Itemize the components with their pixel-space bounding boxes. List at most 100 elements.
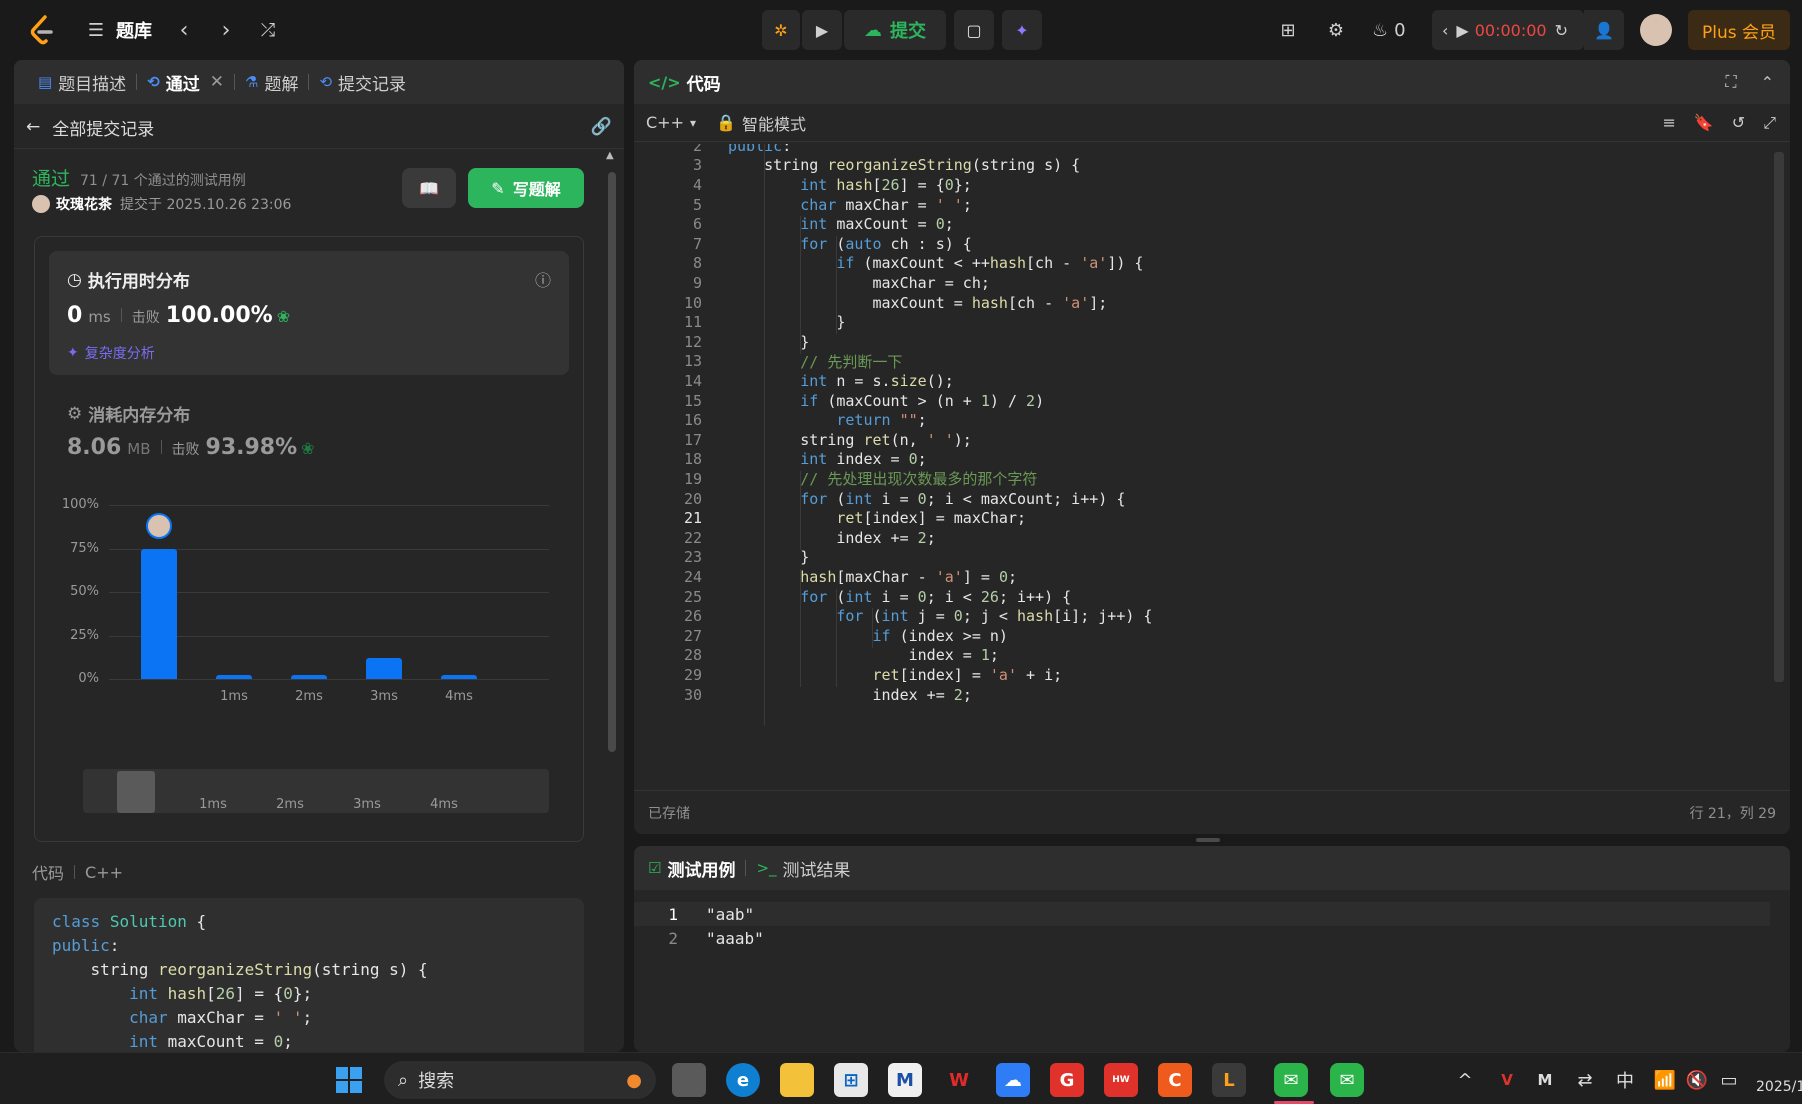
code-line[interactable]: 16 return ""; [634,410,927,430]
cloud-drive-icon[interactable]: ☁ [996,1063,1030,1097]
code-line[interactable]: 11 } [634,312,845,332]
testcase-line[interactable]: 2 "aaab" [634,926,1770,950]
code-line[interactable]: 20 for (int i = 0; i < maxCount; i++) { [634,489,1125,509]
store-icon[interactable]: ⊞ [834,1063,868,1097]
plus-member-button[interactable]: Plus 会员 [1688,10,1790,50]
timer-collapse-icon[interactable]: ‹ [1442,21,1448,40]
panel-resize-handle[interactable] [1196,838,1220,842]
code-line[interactable]: 22 index += 2; [634,528,936,548]
timer-play-icon[interactable]: ▶ [1456,21,1468,40]
reader-button[interactable]: 📖 [402,168,456,208]
close-icon[interactable]: ✕ [210,72,224,92]
chart-bar[interactable] [141,548,177,679]
code-line[interactable]: 12 } [634,332,809,352]
chart-bar[interactable] [366,658,402,679]
app-g-icon[interactable]: G [1050,1063,1084,1097]
code-line[interactable]: 29 ret[index] = 'a' + i; [634,665,1062,685]
wps-icon[interactable]: W [942,1063,976,1097]
wifi-icon[interactable]: 📶 [1648,1063,1682,1097]
file-explorer-icon[interactable] [780,1063,814,1097]
format-icon[interactable]: ≡ [1662,113,1675,132]
tab-submissions[interactable]: ⟲ 提交记录 [309,60,416,104]
leetcode-app-icon[interactable]: L [1212,1063,1246,1097]
settings-icon[interactable]: ⚙ [1322,16,1350,44]
code-line[interactable]: 7 for (auto ch : s) { [634,234,972,254]
streak[interactable]: ♨ 0 [1372,16,1406,44]
debug-button[interactable]: ✲ [762,10,800,50]
mute-icon[interactable]: 🔇 [1680,1063,1714,1097]
tab-solutions[interactable]: ⚗ 题解 [235,60,308,104]
reset-icon[interactable]: ↻ [1555,21,1568,40]
task-view-icon[interactable] [672,1063,706,1097]
ai-button[interactable]: ✦ [1002,10,1042,50]
huawei-icon[interactable]: HW [1104,1063,1138,1097]
bookmark-icon[interactable]: 🔖 [1694,113,1714,132]
prev-problem-icon[interactable]: ‹ [170,16,198,44]
code-line[interactable]: 13 // 先判断一下 [634,352,902,372]
tab-testcases[interactable]: ☑ 测试用例 [648,846,745,890]
code-line[interactable]: 9 maxChar = ch; [634,273,990,293]
undo-icon[interactable]: ↺ [1732,113,1745,132]
code-line[interactable]: 23 } [634,548,809,568]
wechat-icon[interactable]: ✉ [1330,1063,1364,1097]
network-adjust-icon[interactable]: ⇄ [1568,1063,1602,1097]
code-line[interactable]: 30 index += 2; [634,685,972,705]
language-select[interactable]: C++ ▾ [646,113,696,132]
code-line[interactable]: 6 int maxCount = 0; [634,214,954,234]
antivirus-icon[interactable]: V [1490,1063,1524,1097]
windows-start-icon[interactable] [332,1063,366,1097]
code-line[interactable]: 25 for (int i = 0; i < 26; i++) { [634,587,1071,607]
chart-navigator[interactable]: 1ms 2ms 3ms 4ms [83,769,549,813]
left-scrollbar[interactable] [608,172,616,752]
collapse-icon[interactable]: ⌃ [1761,73,1774,92]
tray-m-icon[interactable]: M [1528,1063,1562,1097]
back-row[interactable]: ← 全部提交记录 🔗 [26,112,612,142]
leetcode-logo-icon[interactable] [24,12,60,48]
tab-description[interactable]: ▤ 题目描述 [28,60,136,104]
run-button[interactable]: ▶ [802,10,842,50]
complexity-link[interactable]: ✦ 复杂度分析 [67,343,155,363]
tab-accepted[interactable]: ⟲ 通过 ✕ [137,60,234,104]
battery-icon[interactable]: ▭ [1712,1063,1746,1097]
taskbar-search[interactable]: ⌕ 搜索 ● [384,1061,656,1099]
code-line[interactable]: 21 ret[index] = maxChar; [634,508,1026,528]
next-problem-icon[interactable]: › [212,16,240,44]
write-solution-button[interactable]: ✎ 写题解 [468,168,584,208]
editor-scrollbar[interactable] [1774,152,1784,682]
code-line[interactable]: 14 int n = s.size(); [634,371,954,391]
arrow-left-icon[interactable]: ← [26,117,40,137]
testcase-line[interactable]: 1 "aab" [634,902,1770,926]
edge-browser-icon[interactable]: e [726,1063,760,1097]
mode-label[interactable]: 智能模式 [742,111,806,135]
code-line[interactable]: 19 // 先处理出现次数最多的那个字符 [634,469,1037,489]
code-line[interactable]: 5 char maxChar = ' '; [634,195,972,215]
avatar[interactable] [1640,14,1672,46]
layout-icon[interactable]: ⊞ [1274,16,1302,44]
wechat-icon[interactable]: ✉ [1274,1063,1308,1097]
code-line[interactable]: 3 string reorganizeString(string s) { [634,156,1080,176]
tab-testresults[interactable]: >_ 测试结果 [746,846,860,890]
code-line[interactable]: 28 index = 1; [634,646,999,666]
runtime-card[interactable]: ◷ 执行用时分布 ⓘ 0 ms 击败 100.00% ❀ ✦ 复杂度分析 [49,251,569,375]
chevron-up-icon[interactable]: ^ [1448,1063,1482,1097]
link-icon[interactable]: 🔗 [591,117,612,137]
clock[interactable]: 2025/1 [1756,1079,1802,1095]
chart-bar[interactable] [291,675,327,679]
navigator-selection[interactable] [117,771,155,813]
memory-section[interactable]: ⚙ 消耗内存分布 8.06 MB 击败 93.98% ❀ [49,387,569,477]
chart-bar[interactable] [216,675,252,679]
expand-icon[interactable]: ⤢ [1763,113,1776,133]
ime-indicator[interactable]: 中 [1608,1063,1642,1097]
chart-bar[interactable] [441,675,477,679]
code-line[interactable]: 18 int index = 0; [634,450,927,470]
code-line[interactable]: 26 for (int j = 0; j < hash[i]; j++) { [634,606,1153,626]
library-label[interactable]: 题库 [116,16,152,44]
timer[interactable]: ‹ ▶ 00:00:00 ↻ [1432,10,1584,50]
code-line[interactable]: 24 hash[maxChar - 'a'] = 0; [634,567,1017,587]
scroll-up-icon[interactable]: ▲ [606,150,614,161]
maximize-icon[interactable]: ⛶ [1725,72,1736,92]
code-line[interactable]: 2 public: [634,144,791,156]
code-line[interactable]: 8 if (maxCount < ++hash[ch - 'a']) { [634,254,1143,274]
notes-button[interactable]: ▢ [954,10,994,50]
code-line[interactable]: 4 int hash[26] = {0}; [634,175,972,195]
